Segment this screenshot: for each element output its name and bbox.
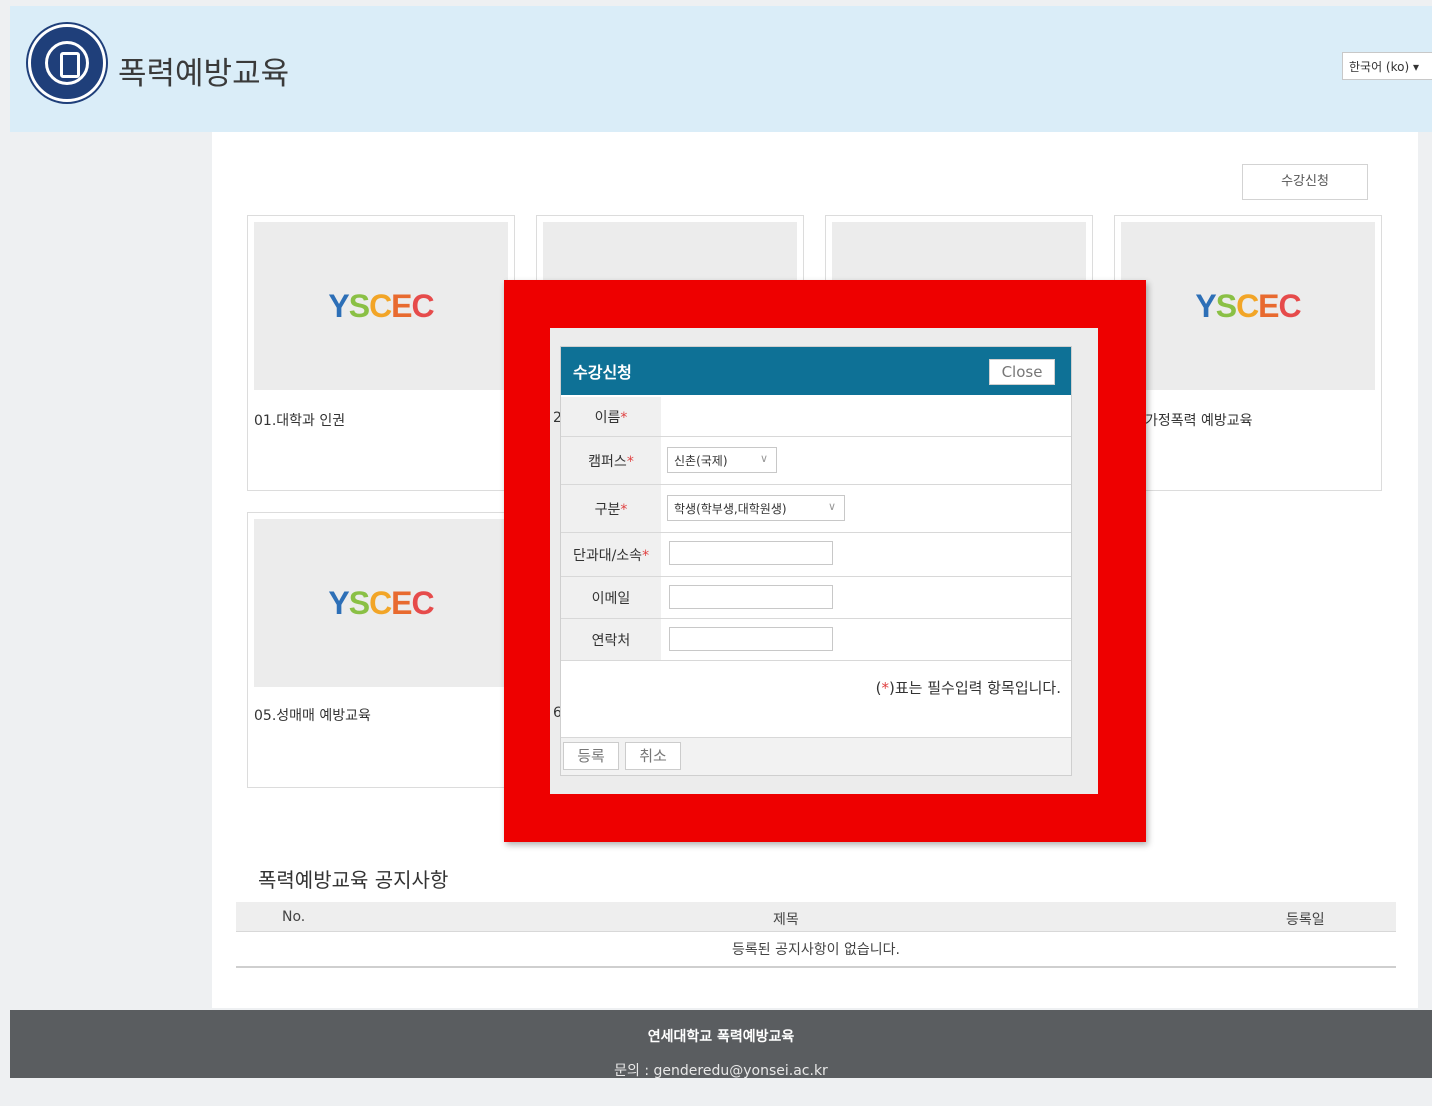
footer-org: 연세대학교 폭력예방교육 — [647, 1029, 795, 1045]
course-title[interactable]: 05.성매매 예방교육 — [254, 705, 371, 725]
column-number: No. — [282, 909, 306, 925]
field-label: 이름* — [561, 397, 661, 436]
yscec-logo: YSCEC — [328, 585, 434, 621]
field-label: 캠퍼스* — [561, 437, 661, 484]
field-label: 구분* — [561, 485, 661, 532]
register-button[interactable]: 등록 — [563, 742, 619, 770]
modal-title-bar: 수강신청 Close — [561, 347, 1071, 395]
notice-table-header: No. 제목 등록일 — [236, 902, 1396, 932]
modal-title: 수강신청 — [573, 363, 632, 382]
close-button[interactable]: Close — [989, 359, 1055, 385]
language-select[interactable]: 한국어 (ko) ▾ — [1342, 52, 1432, 80]
field-row-email: 이메일 — [561, 577, 1071, 619]
site-footer: 연세대학교 폭력예방교육 문의 : genderedu@yonsei.ac.kr — [10, 1010, 1432, 1079]
field-row-category: 구분* 학생(학부생,대학원생) ∨ — [561, 485, 1071, 533]
site-header: 폭력예방교육 한국어 (ko) ▾ — [10, 6, 1432, 132]
field-label: 연락처 — [561, 619, 661, 660]
chevron-down-icon: ∨ — [759, 452, 768, 465]
course-thumbnail[interactable]: YSCEC — [254, 519, 508, 687]
department-input[interactable] — [669, 541, 833, 565]
field-row-campus: 캠퍼스* 신촌(국제) ∨ — [561, 437, 1071, 485]
yscec-logo: YSCEC — [328, 288, 434, 324]
required-note: (*)표는 필수입력 항목입니다. — [875, 679, 1061, 697]
course-thumbnail[interactable]: YSCEC — [1121, 222, 1375, 390]
chevron-down-icon: ∨ — [827, 500, 836, 513]
language-select-value: 한국어 (ko) — [1349, 60, 1410, 74]
cancel-button[interactable]: 취소 — [625, 742, 681, 770]
course-card[interactable]: YSCEC 가정폭력 예방교육 — [1114, 215, 1382, 491]
category-select[interactable]: 학생(학부생,대학원생) ∨ — [667, 495, 845, 521]
notice-table: No. 제목 등록일 등록된 공지사항이 없습니다. — [236, 902, 1396, 968]
column-date: 등록일 — [1286, 912, 1325, 928]
footer-contact: 문의 : genderedu@yonsei.ac.kr — [614, 1063, 828, 1079]
field-row-name: 이름* — [561, 397, 1071, 437]
course-thumbnail[interactable]: YSCEC — [254, 222, 508, 390]
campus-select-value: 신촌(국제) — [674, 454, 728, 468]
phone-input[interactable] — [669, 627, 833, 651]
field-label: 이메일 — [561, 577, 661, 618]
course-card[interactable]: YSCEC 01.대학과 인권 — [247, 215, 515, 491]
enroll-button[interactable]: 수강신청 — [1242, 164, 1368, 200]
notice-empty-message: 등록된 공지사항이 없습니다. — [236, 932, 1396, 968]
notice-heading: 폭력예방교육 공지사항 — [258, 868, 449, 892]
column-title: 제목 — [773, 912, 799, 928]
course-title[interactable]: 가정폭력 예방교육 — [1145, 410, 1253, 430]
field-row-department: 단과대/소속* — [561, 533, 1071, 577]
email-input[interactable] — [669, 585, 833, 609]
field-label: 단과대/소속* — [561, 533, 661, 576]
field-row-phone: 연락처 — [561, 619, 1071, 661]
course-title[interactable]: 01.대학과 인권 — [254, 410, 345, 430]
enroll-modal: 수강신청 Close 이름* 캠퍼스* 신촌(국제) ∨ 구분* 학생(학부생,대… — [560, 346, 1072, 776]
yscec-logo: YSCEC — [1195, 288, 1301, 324]
university-seal-icon[interactable] — [28, 24, 106, 102]
campus-select[interactable]: 신촌(국제) ∨ — [667, 447, 777, 473]
modal-footer: 등록 취소 — [561, 737, 1071, 775]
category-select-value: 학생(학부생,대학원생) — [674, 502, 787, 516]
course-card[interactable]: YSCEC 05.성매매 예방교육 — [247, 512, 515, 788]
site-title[interactable]: 폭력예방교육 — [118, 48, 289, 93]
